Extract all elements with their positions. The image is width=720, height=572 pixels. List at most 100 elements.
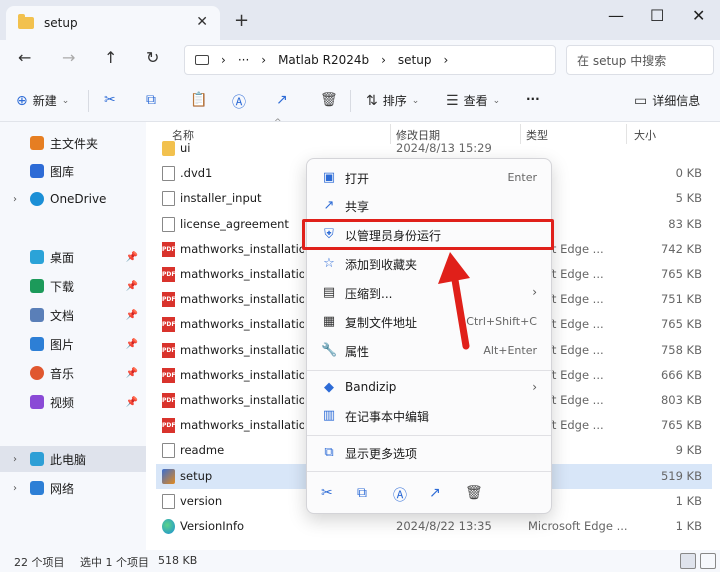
menu-item-bandizip[interactable]: ◆ Bandizip › (311, 374, 549, 402)
sidebar-item-home[interactable]: 主文件夹 (0, 130, 146, 156)
sidebar-item-label: 主文件夹 (50, 136, 99, 151)
sidebar-item-this-pc[interactable]: › 此电脑 (0, 446, 146, 472)
menu-item-share[interactable]: ↗ 共享 (311, 192, 549, 220)
sidebar-item-label: 网络 (50, 481, 75, 496)
pdf-file-icon: PDF (162, 367, 175, 383)
pin-icon[interactable]: 📌 (126, 310, 138, 321)
scissors-icon: ✂ (104, 92, 116, 108)
chevron-right-icon[interactable]: › (8, 454, 22, 465)
file-name: setup (180, 468, 213, 483)
copy-icon[interactable]: ⧉ (357, 485, 367, 501)
copy-icon: ⧉ (146, 92, 156, 108)
file-date: 2024/8/22 13:35 (396, 519, 492, 533)
annotation-arrow (438, 252, 470, 350)
view-icon: ☰ (446, 92, 459, 109)
file-size: 765 KB (660, 267, 702, 281)
tiles-view-icon[interactable] (700, 553, 716, 569)
copy-button[interactable]: ⧉ (146, 92, 156, 108)
file-name: VersionInfo (180, 519, 245, 533)
sidebar-item-videos[interactable]: 视频 📌 (0, 389, 146, 415)
sidebar-item-network[interactable]: › 网络 (0, 475, 146, 501)
sidebar-item-downloads[interactable]: 下载 📌 (0, 273, 146, 299)
file-date: 2024/8/13 15:29 (396, 141, 492, 155)
tab-setup[interactable]: setup ✕ (6, 6, 220, 40)
trash-icon[interactable]: 🗑 (465, 485, 483, 501)
up-button[interactable]: ↑ (104, 48, 117, 67)
sidebar-item-desktop[interactable]: 桌面 📌 (0, 244, 146, 270)
pin-icon[interactable]: 📌 (126, 339, 138, 350)
new-label: 新建 (32, 94, 57, 108)
refresh-button[interactable]: ↻ (146, 48, 159, 67)
pin-icon[interactable]: 📌 (126, 397, 138, 408)
notepad-icon: ▥ (322, 408, 336, 423)
view-button[interactable]: ☰ 查看 ⌄ (446, 92, 500, 109)
breadcrumb-more[interactable]: ··· (238, 53, 249, 67)
new-tab-button[interactable]: + (234, 10, 249, 31)
address-field[interactable]: › ··· › Matlab R2024b › setup › (184, 45, 556, 75)
chevron-down-icon: ⌄ (492, 95, 501, 106)
close-tab-icon[interactable]: ✕ (196, 14, 208, 30)
breadcrumb-matlab[interactable]: Matlab R2024b (278, 53, 369, 67)
close-window-button[interactable]: ✕ (692, 6, 705, 25)
file-size: 9 KB (675, 443, 702, 458)
file-size: 0 KB (675, 166, 702, 181)
zip-icon: ▤ (322, 285, 336, 300)
chevron-right-icon[interactable]: › (8, 483, 22, 494)
share-button[interactable]: ↗ (276, 92, 288, 108)
maximize-button[interactable]: ☐ (650, 6, 664, 25)
pin-icon[interactable]: 📌 (126, 368, 138, 379)
sidebar-item-pictures[interactable]: 图片 📌 (0, 331, 146, 357)
sort-label: 排序 (382, 94, 407, 108)
sidebar-item-onedrive[interactable]: › OneDrive (0, 186, 146, 212)
file-name: version (180, 493, 223, 508)
menu-item-open[interactable]: ▣ 打开 Enter (311, 164, 549, 192)
share-icon[interactable]: ↗ (429, 485, 441, 501)
pin-icon[interactable]: 📌 (126, 281, 138, 292)
file-name: mathworks_installation_h (180, 342, 304, 357)
chevron-right-icon: › (532, 285, 537, 299)
pin-icon[interactable]: 📌 (126, 252, 138, 263)
sort-icon: ⇅ (366, 92, 378, 109)
share-icon: ↗ (276, 92, 288, 108)
menu-divider (307, 435, 551, 436)
music-icon (30, 366, 44, 380)
menu-item-edit-notepad[interactable]: ▥ 在记事本中编辑 (311, 402, 549, 430)
minimize-button[interactable]: — (608, 6, 624, 25)
file-size: 666 KB (660, 367, 702, 382)
navigation-pane: 主文件夹 图库 › OneDrive 桌面 📌 下载 📌 文档 📌 图片 📌 音… (0, 122, 146, 550)
new-button[interactable]: ⊕ 新建 ⌄ (16, 92, 69, 109)
pdf-file-icon: PDF (162, 292, 175, 308)
file-name: mathworks_installation_h (180, 418, 304, 433)
more-options-icon: ⧉ (324, 445, 334, 460)
wrench-icon: 🔧 (321, 343, 338, 358)
sort-button[interactable]: ⇅ 排序 ⌄ (366, 92, 419, 109)
sidebar-item-music[interactable]: 音乐 📌 (0, 360, 146, 386)
rename-button[interactable]: Ⓐ (232, 92, 246, 112)
breadcrumb-setup[interactable]: setup (398, 53, 432, 67)
cut-icon[interactable]: ✂ (321, 485, 333, 501)
forward-button[interactable]: → (62, 48, 75, 67)
details-pane-icon: ▭ (634, 92, 648, 109)
text-file-icon (162, 493, 175, 509)
rename-icon[interactable]: Ⓐ (393, 485, 407, 505)
toolbar-divider (88, 90, 89, 112)
download-icon (30, 279, 44, 293)
file-row[interactable]: VersionInfo 2024/8/22 13:35 Microsoft Edge… (156, 514, 712, 539)
sidebar-item-gallery[interactable]: 图库 (0, 158, 146, 184)
paste-button[interactable]: 📋 (190, 92, 207, 108)
sidebar-item-documents[interactable]: 文档 📌 (0, 302, 146, 328)
pdf-file-icon: PDF (162, 342, 175, 358)
menu-item-more-options[interactable]: ⧉ 显示更多选项 (311, 439, 549, 467)
back-button[interactable]: ← (18, 48, 31, 67)
folder-icon (162, 141, 175, 156)
chevron-right-icon[interactable]: › (8, 194, 22, 205)
search-input[interactable]: 在 setup 中搜索 (566, 45, 714, 75)
file-name: mathworks_installation_h (180, 393, 304, 407)
cut-button[interactable]: ✂ (104, 92, 116, 108)
sidebar-item-label: OneDrive (50, 192, 107, 206)
sidebar-item-label: 图片 (50, 337, 75, 352)
delete-button[interactable]: 🗑 (320, 92, 338, 108)
more-button[interactable]: ··· (526, 92, 540, 106)
details-view-icon[interactable] (680, 553, 696, 569)
details-button[interactable]: ▭ 详细信息 (634, 92, 700, 109)
